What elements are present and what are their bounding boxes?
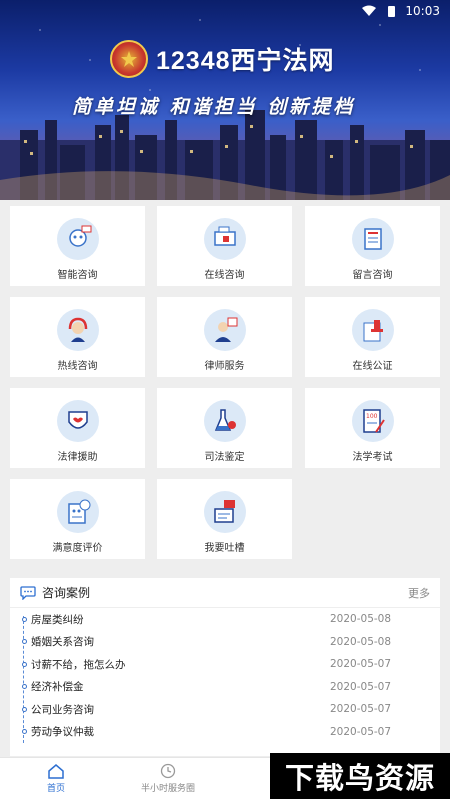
complaint-icon [203, 491, 246, 533]
national-emblem-icon [110, 40, 148, 78]
service-law-exam[interactable]: 100 法学考试 [305, 388, 440, 468]
message-board-icon [351, 218, 394, 260]
site-title: 12348西宁法网 [156, 47, 335, 75]
service-smart-consult[interactable]: 智能咨询 [10, 206, 145, 286]
case-item[interactable]: 房屋类纠纷 2020-05-08 [22, 608, 440, 631]
service-label: 法学考试 [352, 452, 393, 463]
service-label: 律师服务 [204, 361, 245, 372]
clock: 10:03 [405, 4, 440, 18]
headset-icon [56, 309, 99, 351]
case-name: 讨薪不给，拖怎么办 [31, 658, 126, 671]
case-item[interactable]: 讨薪不给，拖怎么办 2020-05-07 [22, 653, 440, 676]
stamp-icon [351, 309, 394, 351]
case-date: 2020-05-07 [330, 703, 392, 716]
timeline-dot [22, 706, 27, 712]
timeline-dot [22, 684, 27, 690]
service-message-consult[interactable]: 留言咨询 [305, 206, 440, 286]
service-legal-aid[interactable]: 法律援助 [10, 388, 145, 468]
service-label: 司法鉴定 [204, 452, 245, 463]
nav-half-hour-service[interactable]: 半小时服务圈 [112, 758, 224, 799]
home-icon [48, 764, 64, 779]
service-forensic[interactable]: 司法鉴定 [157, 388, 292, 468]
case-item[interactable]: 劳动争议仲裁 2020-05-07 [22, 721, 440, 744]
case-item[interactable]: 婚姻关系咨询 2020-05-08 [22, 631, 440, 654]
clock-icon [160, 763, 176, 779]
site-watermark: 下载鸟资源 [270, 753, 450, 799]
service-hotline[interactable]: 热线咨询 [10, 297, 145, 377]
case-name: 公司业务咨询 [31, 703, 94, 716]
online-chat-icon [203, 218, 246, 260]
consultation-cases-panel: 咨询案例 更多 房屋类纠纷 2020-05-08 婚姻关系咨询 2020-05-… [10, 578, 440, 756]
nav-home[interactable]: 首页 [0, 758, 112, 799]
case-item[interactable]: 公司业务咨询 2020-05-07 [22, 698, 440, 721]
hero-banner: 12348西宁法网 简单坦诚 和谐担当 创新提档 [0, 0, 450, 200]
service-label: 法律援助 [57, 452, 98, 463]
battery-icon [388, 6, 396, 17]
case-date: 2020-05-08 [330, 613, 392, 626]
case-name: 经济补偿金 [31, 681, 84, 694]
svg-text:100: 100 [366, 413, 378, 420]
service-label: 在线咨询 [204, 270, 245, 281]
slogan: 简单坦诚 和谐担当 创新提档 [72, 96, 356, 118]
case-name: 劳动争议仲裁 [31, 726, 94, 739]
legal-aid-icon [56, 400, 99, 442]
case-item[interactable]: 经济补偿金 2020-05-07 [22, 676, 440, 699]
case-date: 2020-05-07 [330, 725, 392, 738]
timeline-dot [22, 639, 27, 645]
service-satisfaction[interactable]: 满意度评价 [10, 479, 145, 559]
service-label: 我要吐槽 [204, 543, 245, 554]
case-date: 2020-05-07 [330, 680, 392, 693]
timeline-dot [22, 616, 27, 622]
more-link[interactable]: 更多 [408, 585, 430, 601]
nav-label: 首页 [46, 784, 65, 794]
case-date: 2020-05-07 [330, 658, 392, 671]
service-label: 热线咨询 [57, 361, 98, 372]
case-date: 2020-05-08 [330, 635, 392, 648]
service-label: 在线公证 [352, 361, 393, 372]
cases-header: 咨询案例 更多 [10, 578, 440, 608]
service-label: 满意度评价 [52, 543, 103, 554]
robot-icon [56, 218, 99, 260]
case-name: 婚姻关系咨询 [31, 636, 94, 649]
case-list: 房屋类纠纷 2020-05-08 婚姻关系咨询 2020-05-08 讨薪不给，… [10, 608, 440, 743]
service-complaint[interactable]: 我要吐槽 [157, 479, 292, 559]
service-lawyer[interactable]: 律师服务 [157, 297, 292, 377]
timeline-dot [22, 729, 27, 735]
service-label: 留言咨询 [352, 270, 393, 281]
lawyer-icon [203, 309, 246, 351]
site-logo: 12348西宁法网 [110, 40, 335, 78]
cases-title: 咨询案例 [42, 586, 91, 600]
wifi-icon [362, 5, 377, 16]
chat-bubble-icon [20, 585, 36, 600]
lab-flask-icon [203, 400, 246, 442]
exam-paper-icon: 100 [351, 400, 394, 442]
timeline-dot [22, 661, 27, 667]
nav-label: 半小时服务圈 [140, 784, 195, 794]
service-online-consult[interactable]: 在线咨询 [157, 206, 292, 286]
rating-icon [56, 491, 99, 533]
service-label: 智能咨询 [57, 270, 98, 281]
case-name: 房屋类纠纷 [31, 613, 84, 626]
status-bar: 10:03 [0, 0, 450, 22]
service-notary[interactable]: 在线公证 [305, 297, 440, 377]
